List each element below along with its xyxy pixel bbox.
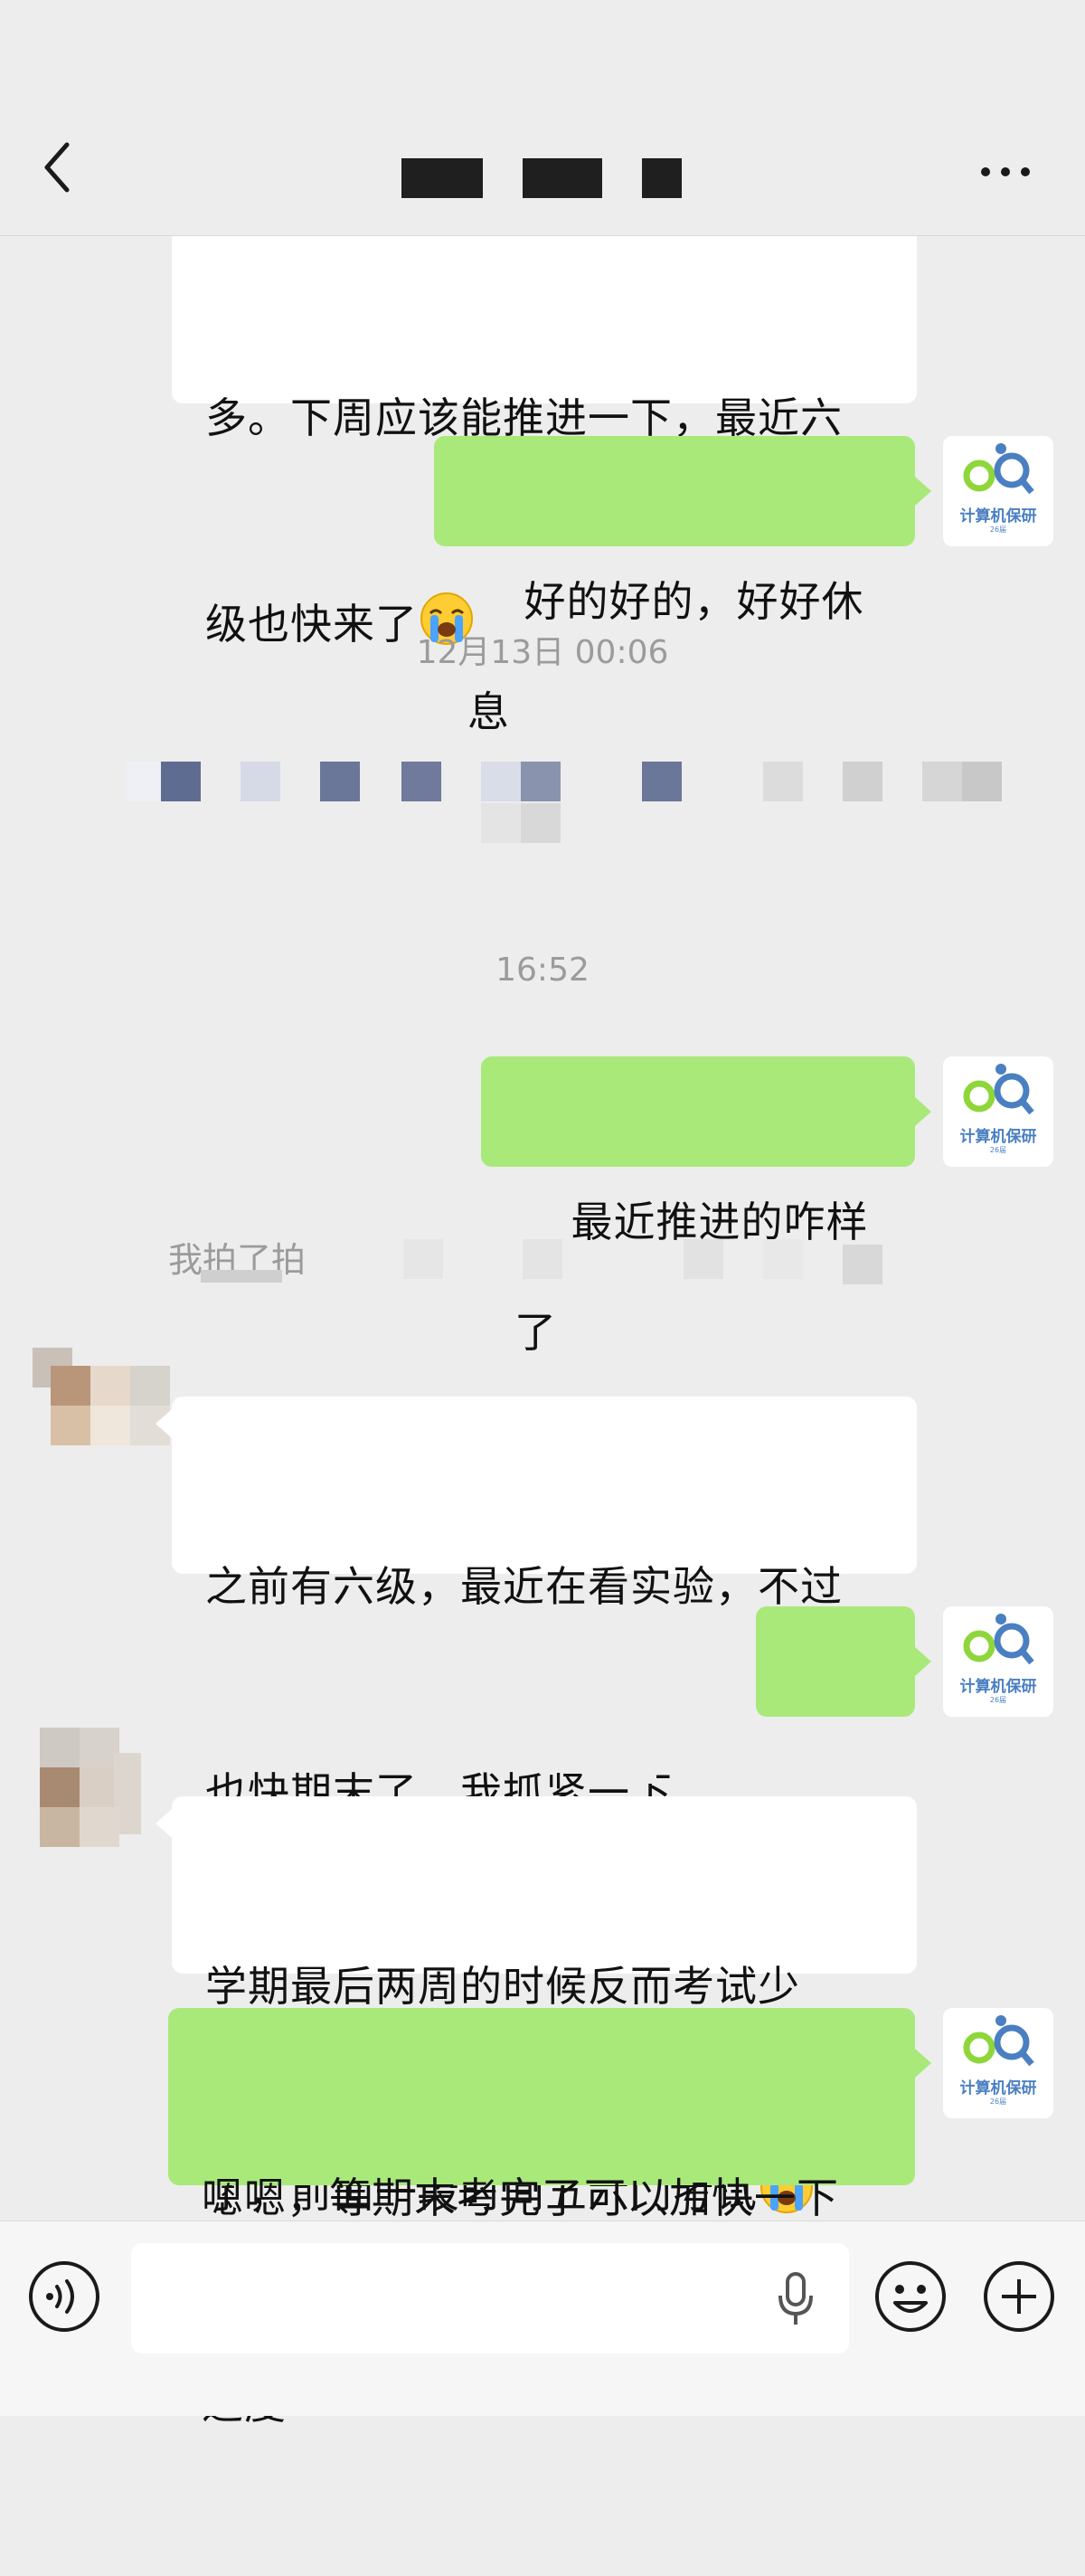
input-bar: [0, 2221, 1085, 2416]
avatar-sublabel: 26届: [989, 1696, 1007, 1704]
message-bubble[interactable]: 最近推进的咋样了: [481, 1056, 915, 1357]
avatar-label: 计算机保研: [959, 1678, 1037, 1696]
mic-icon[interactable]: [773, 2268, 818, 2328]
emoji-icon[interactable]: [873, 2259, 948, 2334]
logo-icon: [963, 443, 1034, 495]
chevron-left-icon[interactable]: [36, 136, 81, 199]
redacted-fragment: [611, 1760, 656, 1784]
message-bubble[interactable]: 学期最后两周的时候反而考试少 了，前面一段时间五六门考试: [172, 1796, 917, 2217]
contact-avatar[interactable]: [33, 1348, 170, 1465]
more-dots-icon[interactable]: [976, 154, 1034, 190]
timestamp: 12月13日 00:06: [416, 634, 669, 671]
voice-icon[interactable]: [27, 2259, 101, 2334]
avatar-sublabel: 26届: [989, 1146, 1007, 1154]
plus-icon[interactable]: [982, 2259, 1056, 2334]
contact-avatar[interactable]: [40, 1728, 157, 1847]
title-bar: [0, 0, 1085, 236]
timestamp: 16:52: [495, 952, 590, 989]
message-bubble[interactable]: 嗯嗯，等期末考完了可以加快一下 进度: [168, 2008, 915, 2429]
my-avatar[interactable]: 计算机保研 26届: [943, 436, 1053, 546]
my-avatar[interactable]: 计算机保研 26届: [943, 1056, 1053, 1167]
avatar-sublabel: 26届: [989, 2098, 1007, 2106]
avatar-label: 计算机保研: [959, 1128, 1037, 1146]
logo-icon: [963, 1614, 1034, 1665]
message-bubble[interactable]: 好的: [756, 1606, 915, 1907]
logo-icon: [963, 2015, 1034, 2067]
avatar-label: 计算机保研: [959, 2079, 1037, 2098]
avatar-sublabel: 26届: [989, 526, 1007, 534]
message-input[interactable]: [131, 2243, 849, 2353]
my-avatar[interactable]: 计算机保研 26届: [943, 2008, 1053, 2118]
my-avatar[interactable]: 计算机保研 26届: [943, 1606, 1053, 1717]
avatar-label: 计算机保研: [959, 507, 1037, 526]
message-bubble[interactable]: 之前有六级，最近在看实验，不过 也快期末了。我抓紧一下: [172, 1397, 917, 1817]
logo-icon: [963, 1064, 1034, 1115]
message-bubble[interactable]: 好的好的，好好休息: [434, 436, 915, 736]
